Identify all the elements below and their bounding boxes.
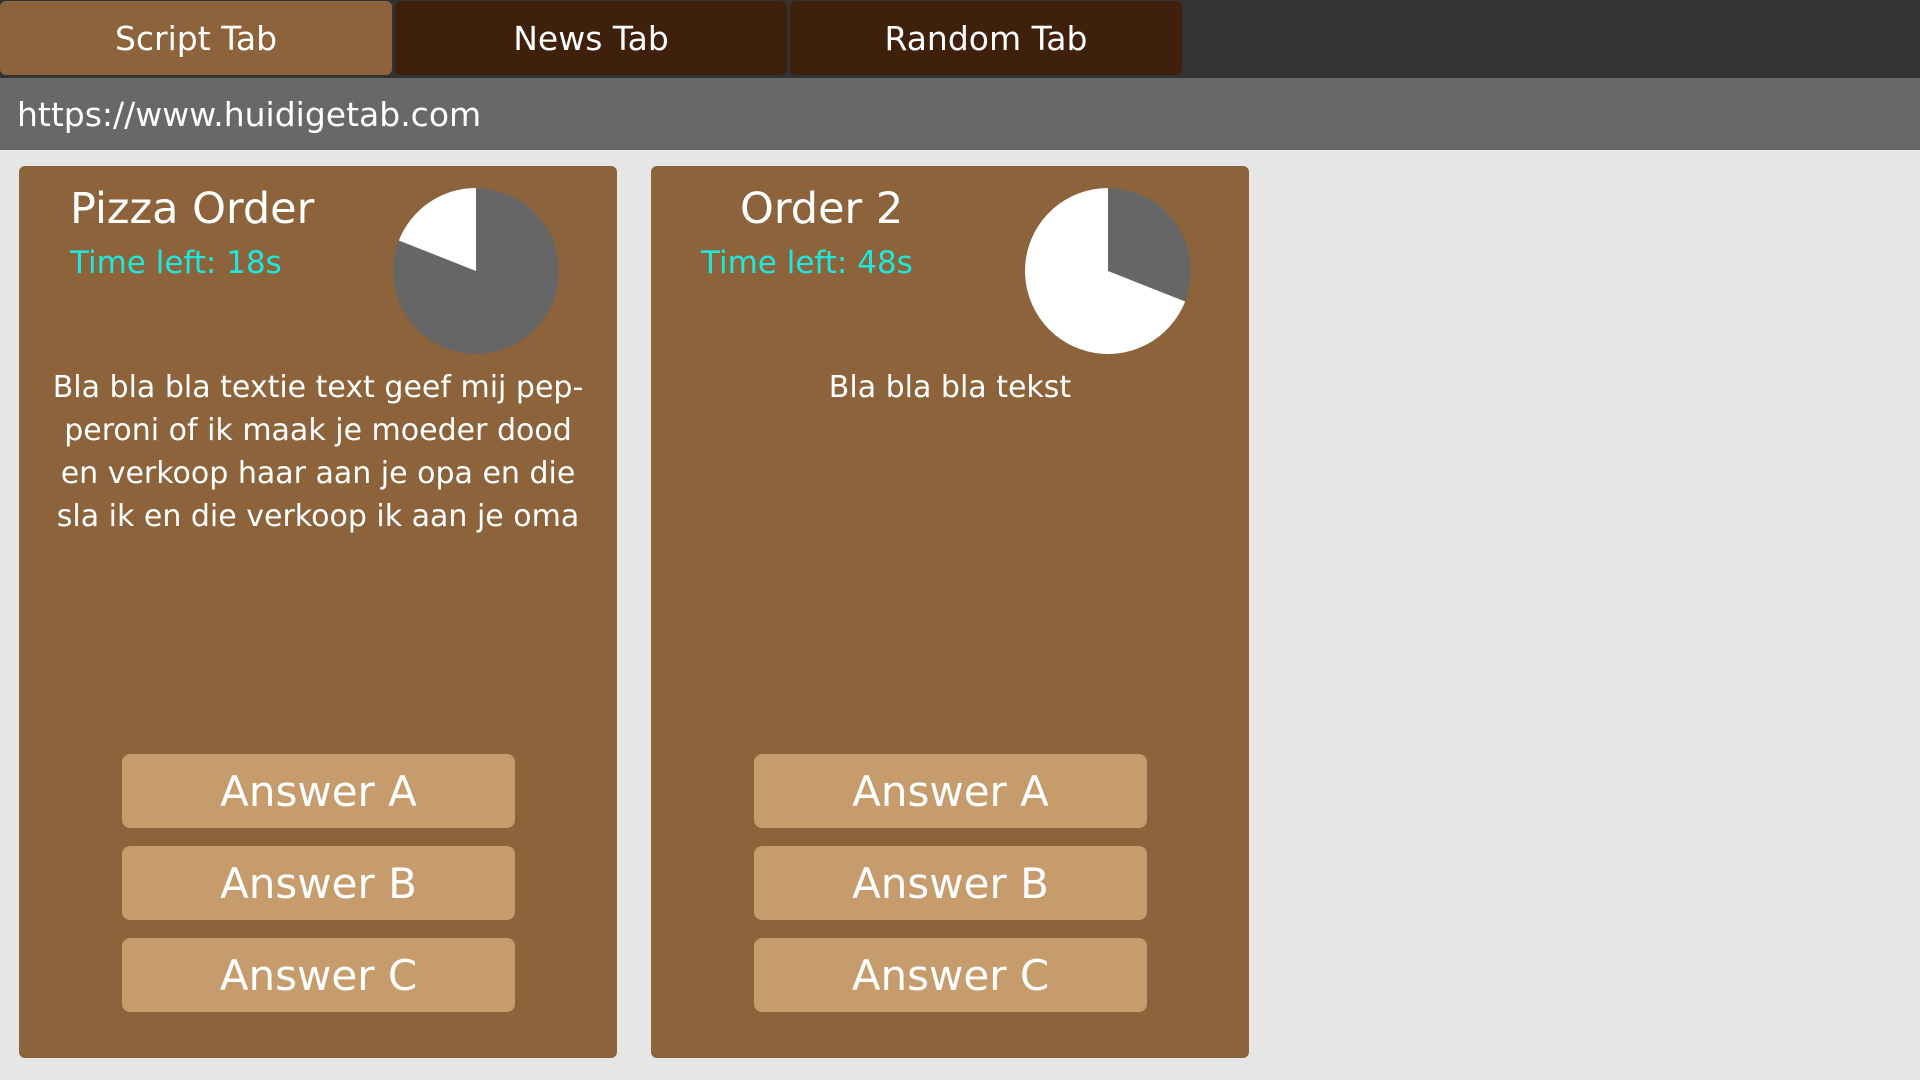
order-title: Pizza Order	[70, 184, 315, 234]
order-card-2: Order 2 Time left: 48s Bla bla bla tekst…	[651, 166, 1249, 1058]
answer-b-button[interactable]: Answer B	[122, 846, 515, 920]
order-description: Bla bla bla textie text geef mij pep- pe…	[52, 370, 584, 534]
answer-a-button[interactable]: Answer A	[122, 754, 515, 828]
tab-random[interactable]: Random Tab	[790, 1, 1182, 75]
order-description: Bla bla bla tekst	[828, 370, 1072, 405]
timer-pie-chart	[1025, 188, 1191, 354]
answer-c-button[interactable]: Answer C	[122, 938, 515, 1012]
order-title: Order 2	[740, 184, 904, 234]
order-card-pizza: Pizza Order Time left: 18s Bla bla bla t…	[19, 166, 617, 1058]
answer-a-button[interactable]: Answer A	[754, 754, 1147, 828]
answer-label: Answer A	[852, 766, 1049, 816]
answer-label: Answer C	[851, 950, 1050, 1000]
timer-pie-chart	[393, 188, 559, 354]
time-left-label: Time left: 18s	[70, 245, 282, 281]
answer-label: Answer C	[219, 950, 418, 1000]
tab-script[interactable]: Script Tab	[0, 1, 392, 75]
answer-c-button[interactable]: Answer C	[754, 938, 1147, 1012]
tab-label: Script Tab	[114, 18, 278, 58]
tab-label: Random Tab	[884, 18, 1088, 58]
answer-label: Answer A	[220, 766, 417, 816]
answer-label: Answer B	[852, 858, 1049, 908]
tab-bar: Script Tab News Tab Random Tab	[0, 0, 1920, 78]
tab-news[interactable]: News Tab	[395, 1, 787, 75]
answer-label: Answer B	[220, 858, 417, 908]
url-text: https://www.huidigetab.com	[17, 94, 482, 134]
tab-label: News Tab	[513, 18, 669, 58]
address-bar[interactable]: https://www.huidigetab.com	[0, 78, 1920, 150]
time-left-label: Time left: 48s	[701, 245, 913, 281]
answer-b-button[interactable]: Answer B	[754, 846, 1147, 920]
